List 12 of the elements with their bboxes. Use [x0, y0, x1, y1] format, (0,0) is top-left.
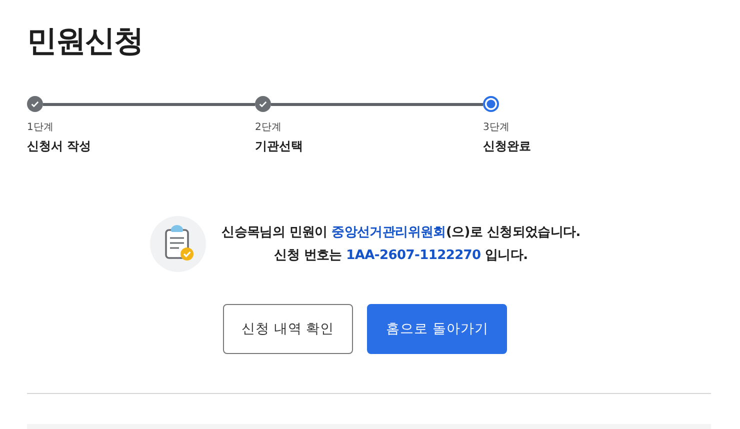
- history-button[interactable]: 신청 내역 확인: [222, 304, 354, 354]
- confirmation-message: 신청 번호는 1AA-2607-1122270 입니다.: [274, 247, 528, 265]
- step-label: 신청서 작성: [27, 138, 92, 154]
- step-number: 1단계: [27, 122, 54, 134]
- page-title: 민원신청: [27, 23, 144, 61]
- clipboard-check-icon: [150, 216, 206, 272]
- step-number: 3단계: [483, 122, 510, 134]
- step-label: 기관선택: [255, 138, 304, 154]
- confirmation-message: 신승목님의 민원이 중앙선거관리위원회(으)로 신청되었습니다.: [222, 224, 580, 242]
- step-label: 신청완료: [483, 138, 531, 154]
- home-button[interactable]: 홈으로 돌아가기: [367, 304, 508, 354]
- step-number: 2단계: [255, 122, 282, 134]
